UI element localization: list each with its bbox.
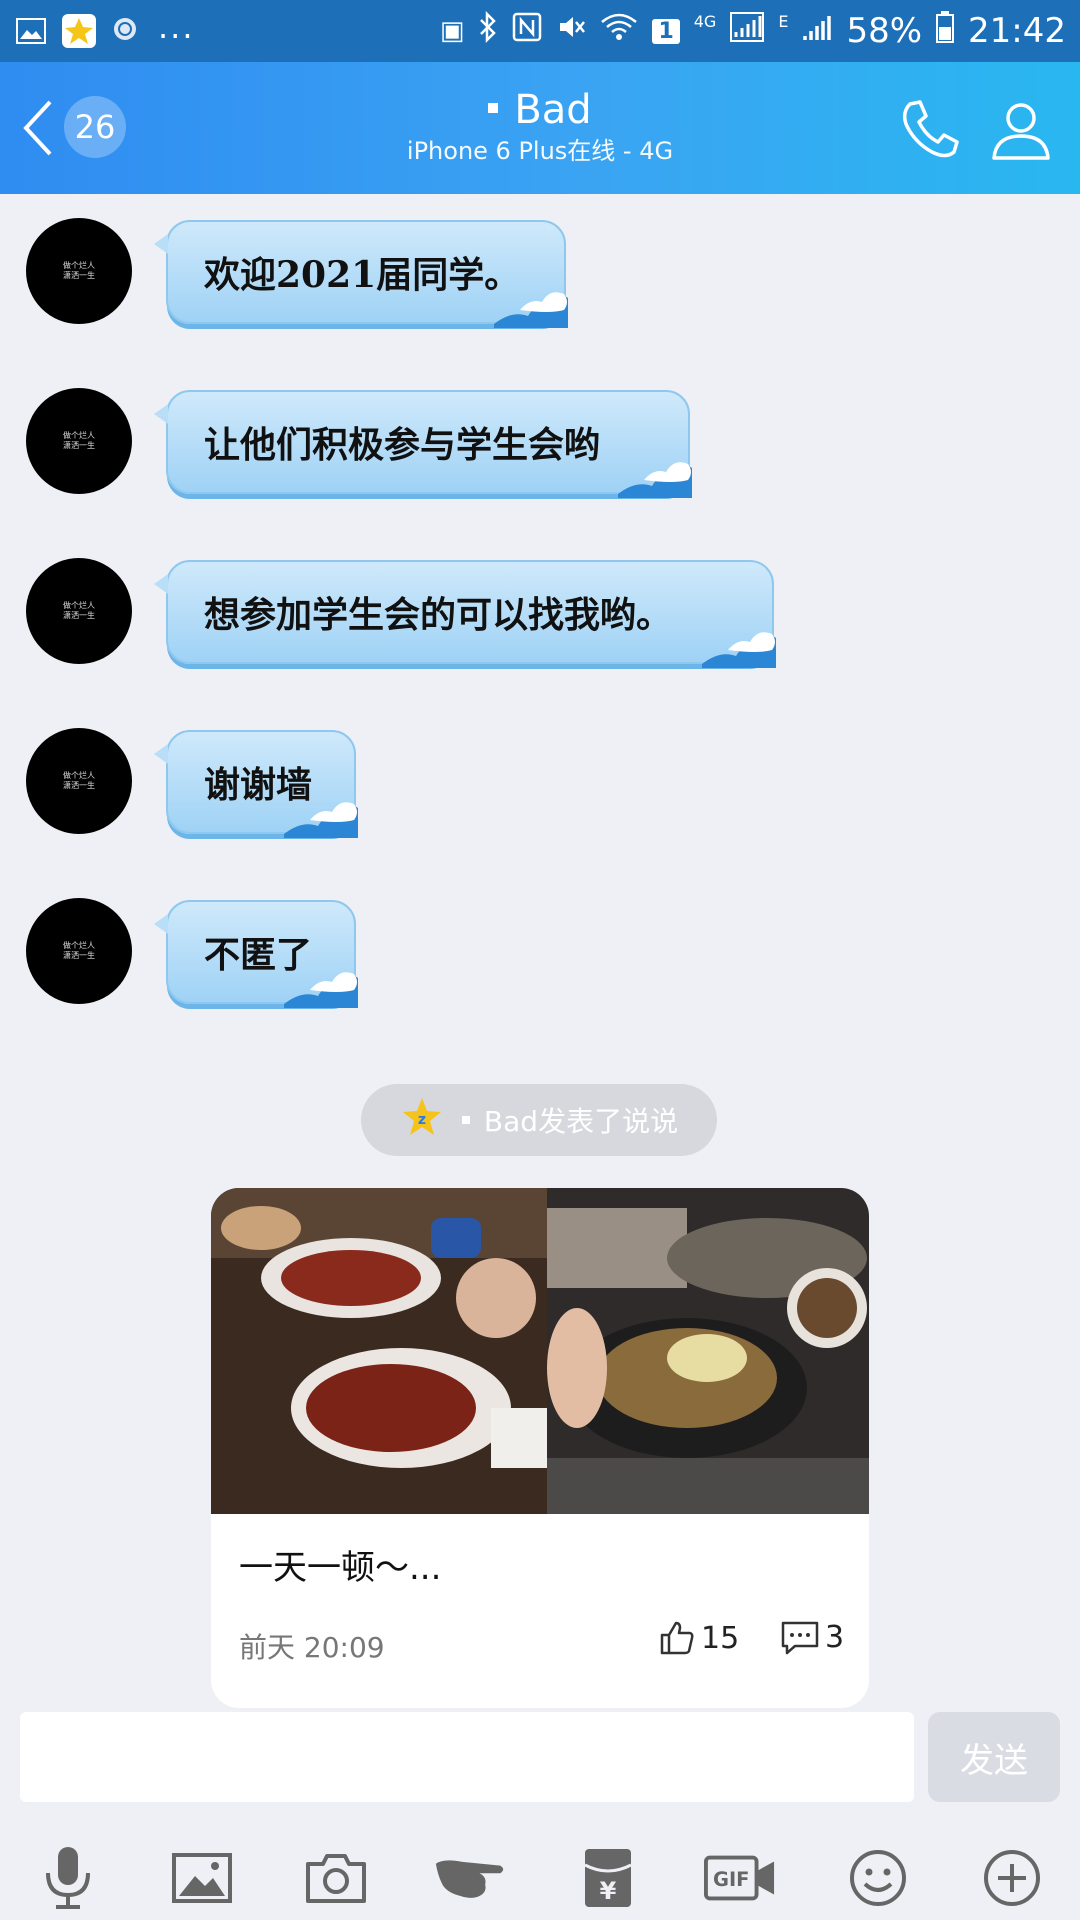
message-text: 欢迎2021届同学。 — [204, 254, 521, 296]
avatar-text-line1: 做个烂人 — [63, 431, 95, 440]
message-bubble[interactable]: 欢迎2021届同学。 — [154, 220, 568, 328]
message-row: 做个烂人 潇洒一生 不匿了 — [0, 898, 1080, 1018]
battery-percent: 58% — [846, 11, 923, 51]
avatar-text-line1: 做个烂人 — [63, 771, 95, 780]
more-notifications: ... — [158, 8, 195, 46]
bluetooth-icon — [478, 10, 498, 52]
svg-text:z: z — [418, 1112, 426, 1128]
post-photo-2[interactable] — [547, 1188, 869, 1514]
like-count: 15 — [701, 1620, 740, 1656]
chat-header: 26 Bad iPhone 6 Plus在线 - 4G — [0, 62, 1080, 194]
edge-indicator: E — [778, 12, 789, 31]
signal-icon — [730, 11, 765, 51]
avatar[interactable]: 做个烂人 潇洒一生 — [26, 388, 132, 494]
message-bubble[interactable]: 不匿了 — [154, 900, 358, 1008]
message-input[interactable] — [20, 1712, 914, 1802]
avatar-text-line2: 潇洒一生 — [63, 951, 95, 960]
message-row: 做个烂人 潇洒一生 想参加学生会的可以找我哟。 — [0, 558, 1080, 678]
comment-count: 3 — [825, 1620, 845, 1655]
avatar-text-line2: 潇洒一生 — [63, 781, 95, 790]
avatar-text-line2: 潇洒一生 — [63, 611, 95, 620]
poke-hand-icon[interactable] — [434, 1842, 506, 1914]
avatar-text-line1: 做个烂人 — [63, 261, 95, 270]
status-bar: ... ▣ 1 4G E 58% 21:42 — [0, 0, 1080, 62]
comment-button[interactable]: 3 — [781, 1620, 844, 1655]
wave-decoration-icon — [494, 292, 568, 328]
avatar-text-line1: 做个烂人 — [63, 941, 95, 950]
avatar[interactable]: 做个烂人 潇洒一生 — [26, 558, 132, 664]
avatar-text-line2: 潇洒一生 — [63, 271, 95, 280]
search-notification-icon — [110, 14, 144, 48]
battery-saver-icon: ▣ — [439, 16, 465, 46]
avatar-text-line1: 做个烂人 — [63, 601, 95, 610]
like-button[interactable]: 15 — [659, 1620, 739, 1656]
gif-label: GIF — [713, 1868, 749, 1891]
battery-icon — [936, 10, 955, 52]
nfc-icon — [512, 11, 542, 51]
comment-icon — [781, 1621, 819, 1654]
qzone-notification-icon — [62, 14, 96, 48]
post-time: 前天 20:09 — [239, 1631, 385, 1664]
clock: 21:42 — [968, 11, 1066, 51]
camera-icon[interactable] — [300, 1842, 372, 1914]
name-square-icon — [461, 1116, 470, 1124]
yuan-symbol: ¥ — [600, 1877, 617, 1905]
microphone-icon[interactable] — [32, 1842, 104, 1914]
contact-name: Bad — [514, 87, 592, 133]
notice-name: Bad — [483, 1105, 539, 1138]
message-text: 想参加学生会的可以找我哟。 — [204, 594, 673, 636]
wave-decoration-icon — [284, 972, 358, 1008]
post-photo-1[interactable] — [211, 1188, 547, 1514]
input-bar: 发送 ¥ GIF — [0, 1712, 1080, 1920]
send-button[interactable]: 发送 — [928, 1712, 1060, 1802]
wave-decoration-icon — [618, 462, 692, 498]
name-square-icon — [488, 103, 499, 113]
qzone-post-card[interactable]: 一天一顿～... 前天 20:09 15 3 — [211, 1188, 869, 1708]
wave-decoration-icon — [702, 632, 776, 668]
message-bubble[interactable]: 想参加学生会的可以找我哟。 — [154, 560, 776, 668]
avatar[interactable]: 做个烂人 潇洒一生 — [26, 728, 132, 834]
call-button[interactable] — [896, 96, 962, 162]
signal-icon-2 — [802, 11, 832, 51]
message-row: 做个烂人 潇洒一生 欢迎2021届同学。 — [0, 218, 1080, 338]
wave-decoration-icon — [284, 802, 358, 838]
message-bubble[interactable]: 让他们积极参与学生会哟 — [154, 390, 692, 498]
mute-icon — [556, 11, 586, 51]
wifi-icon — [600, 11, 638, 51]
avatar[interactable]: 做个烂人 潇洒一生 — [26, 898, 132, 1004]
message-bubble[interactable]: 谢谢墙 — [154, 730, 358, 838]
sim-badge: 1 — [652, 18, 680, 44]
avatar[interactable]: 做个烂人 潇洒一生 — [26, 218, 132, 324]
message-row: 做个烂人 潇洒一生 谢谢墙 — [0, 728, 1080, 848]
network-type: 4G — [693, 12, 717, 31]
qzone-star-icon: z — [400, 1095, 444, 1146]
profile-button[interactable] — [988, 96, 1054, 162]
message-text: 让他们积极参与学生会哟 — [204, 424, 601, 466]
post-text: 一天一顿～... — [239, 1548, 442, 1588]
red-packet-icon[interactable]: ¥ — [572, 1842, 644, 1914]
avatar-text-line2: 潇洒一生 — [63, 441, 95, 450]
message-row: 做个烂人 潇洒一生 让他们积极参与学生会哟 — [0, 388, 1080, 508]
thumbs-up-icon — [660, 1621, 694, 1655]
plus-icon[interactable] — [976, 1842, 1048, 1914]
notice-action: 发表了说说 — [538, 1105, 679, 1138]
qzone-post-notice[interactable]: z Bad发表了说说 — [361, 1084, 717, 1156]
image-icon[interactable] — [166, 1842, 238, 1914]
gallery-icon — [14, 14, 48, 48]
emoji-icon[interactable] — [842, 1842, 914, 1914]
gif-icon[interactable]: GIF — [704, 1842, 776, 1914]
input-toolbar: ¥ GIF — [0, 1832, 1080, 1920]
